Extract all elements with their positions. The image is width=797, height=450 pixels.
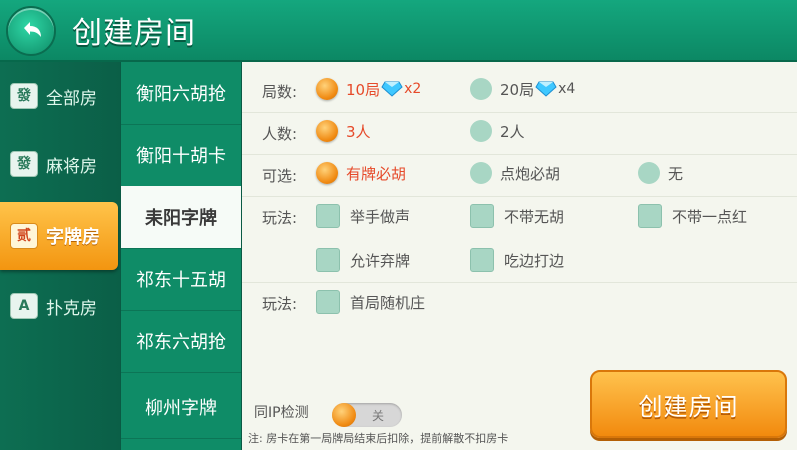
checkbox[interactable]	[316, 204, 340, 228]
play-label: 玩法:	[262, 209, 298, 227]
room-card-note: 注: 房卡在第一局牌局结束后扣除，提前解散不扣房卡	[248, 432, 509, 445]
create-room-button[interactable]: 创建房间	[590, 370, 787, 438]
toggle-state-label: 关	[372, 409, 385, 423]
players-row: 人数: 3人 2人	[242, 112, 797, 155]
rounds-row: 局数: 10局 x2 20局 x4	[242, 70, 797, 113]
checkbox[interactable]	[316, 248, 340, 272]
checkbox[interactable]	[470, 204, 494, 228]
ip-check-toggle[interactable]: 关	[332, 403, 402, 427]
play-rules-row: 玩法: 举手做声 不带无胡 不带一点红 允许弃牌 吃边打边	[242, 196, 797, 283]
radio-selected[interactable]	[316, 78, 338, 100]
checkbox[interactable]	[316, 290, 340, 314]
game-item[interactable]: 柳州字牌	[121, 376, 241, 439]
rounds-option-20[interactable]: 20局 x4	[470, 78, 575, 100]
optional-option-youpai[interactable]: 有牌必胡	[316, 162, 406, 184]
game-item[interactable]: 衡阳十胡卡	[121, 124, 241, 187]
optional-option-none[interactable]: 无	[638, 162, 683, 184]
toggle-knob[interactable]	[332, 403, 356, 427]
game-item[interactable]: 祁东十五胡	[121, 248, 241, 311]
diamond-icon	[381, 81, 403, 97]
category-sidebar: 發 全部房 發 麻将房 贰 字牌房 A 扑克房	[0, 62, 120, 450]
mahjong-tile-icon: 發	[10, 151, 38, 177]
rounds-label: 局数:	[262, 83, 298, 101]
radio-unselected[interactable]	[638, 162, 660, 184]
checkbox[interactable]	[470, 248, 494, 272]
category-label: 麻将房	[46, 156, 97, 177]
players-label: 人数:	[262, 125, 298, 143]
players-option-2[interactable]: 2人	[470, 120, 525, 142]
category-label: 扑克房	[46, 298, 97, 319]
play-option-budaiwuhu[interactable]: 不带无胡	[470, 204, 564, 228]
header-bar: 创建房间	[0, 0, 797, 62]
play-option-qipai[interactable]: 允许弃牌	[316, 248, 410, 272]
category-item-poker[interactable]: A 扑克房	[0, 272, 120, 340]
play-option-chibian[interactable]: 吃边打边	[470, 248, 564, 272]
ip-check-label: 同IP检测	[254, 405, 309, 421]
game-item[interactable]: 衡阳六胡抢	[121, 62, 241, 125]
category-item-zipai[interactable]: 贰 字牌房	[0, 202, 118, 270]
mahjong-tile-icon: 發	[10, 83, 38, 109]
play-rules-row-2: 玩法: 首局随机庄	[242, 282, 797, 324]
diamond-icon	[535, 81, 557, 97]
play-label: 玩法:	[262, 295, 298, 313]
radio-unselected[interactable]	[470, 78, 492, 100]
back-button[interactable]	[6, 6, 56, 56]
players-option-3[interactable]: 3人	[316, 120, 371, 142]
game-item-selected[interactable]: 耒阳字牌	[121, 186, 241, 249]
radio-selected[interactable]	[316, 120, 338, 142]
play-option-budaiyidianhong[interactable]: 不带一点红	[638, 204, 747, 228]
optional-row: 可选: 有牌必胡 点炮必胡 无	[242, 154, 797, 197]
category-item-mahjong[interactable]: 發 麻将房	[0, 130, 120, 198]
back-arrow-icon	[24, 22, 41, 37]
optional-label: 可选:	[262, 167, 298, 185]
category-item-all[interactable]: 發 全部房	[0, 62, 120, 130]
radio-selected[interactable]	[316, 162, 338, 184]
category-label: 全部房	[46, 88, 97, 109]
play-option-random-dealer[interactable]: 首局随机庄	[316, 290, 425, 314]
paper-cards-icon: 贰	[10, 223, 38, 249]
play-option-jushou[interactable]: 举手做声	[316, 204, 410, 228]
rounds-option-10[interactable]: 10局 x2	[316, 78, 421, 100]
page-title: 创建房间	[72, 16, 196, 51]
checkbox[interactable]	[638, 204, 662, 228]
radio-unselected[interactable]	[470, 162, 492, 184]
game-item[interactable]: 祁东六胡抢	[121, 310, 241, 373]
radio-unselected[interactable]	[470, 120, 492, 142]
poker-cards-icon: A	[10, 293, 38, 319]
game-list: 衡阳六胡抢 衡阳十胡卡 耒阳字牌 祁东十五胡 祁东六胡抢 柳州字牌	[121, 62, 241, 450]
optional-option-dianpao[interactable]: 点炮必胡	[470, 162, 560, 184]
category-label: 字牌房	[46, 227, 100, 248]
